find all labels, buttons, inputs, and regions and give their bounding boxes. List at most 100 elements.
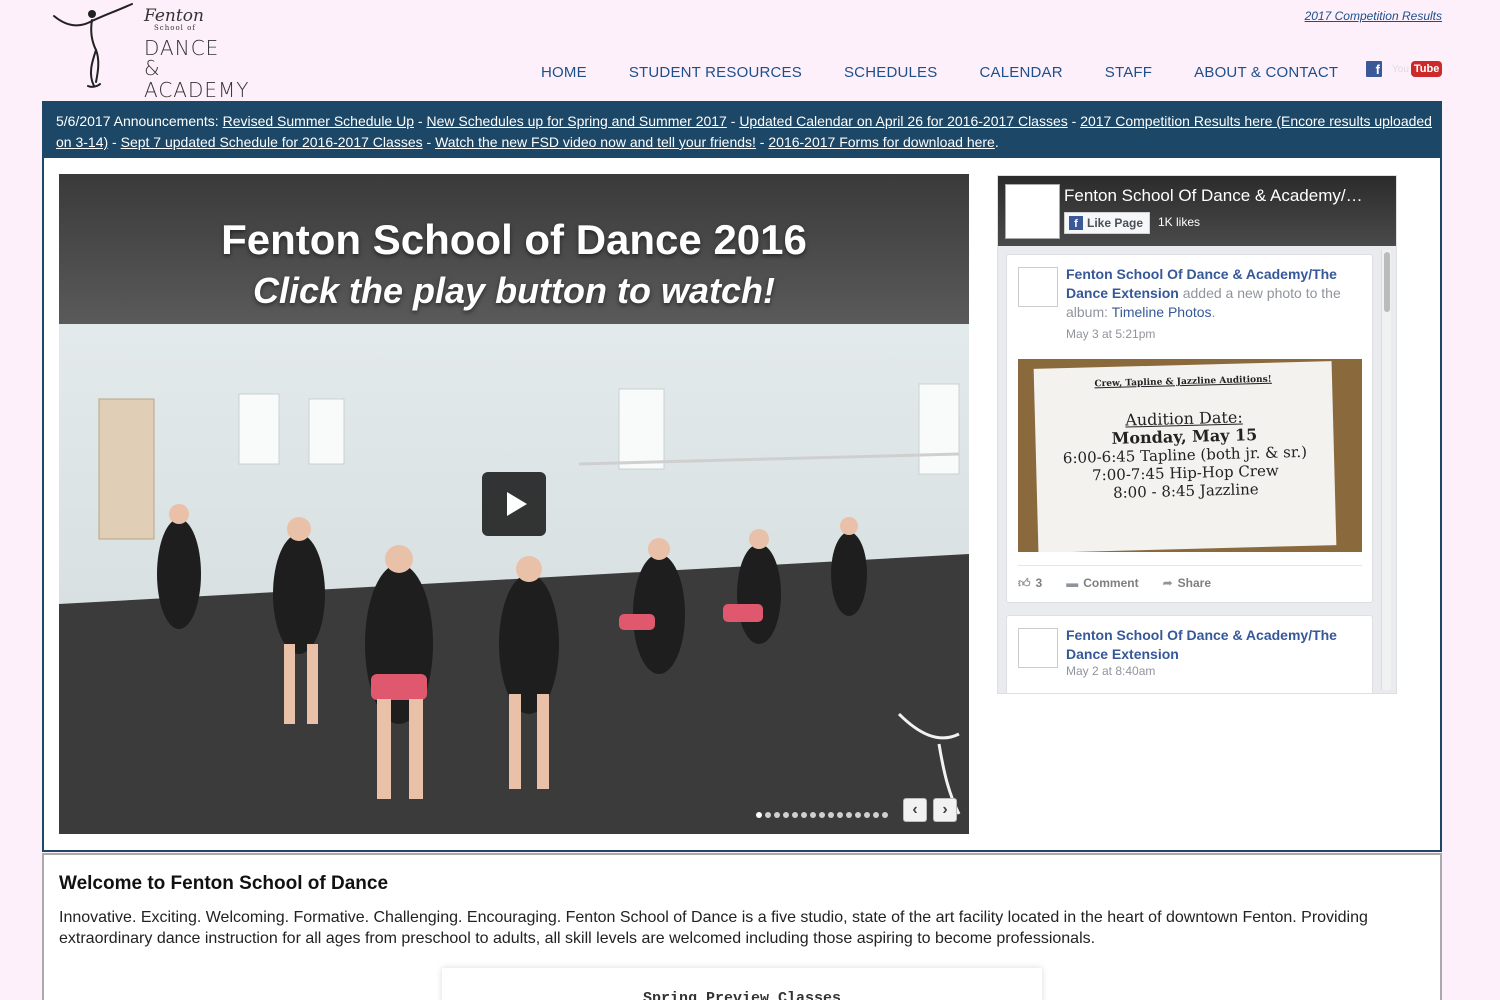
chevron-left-icon: ‹ — [912, 801, 918, 818]
video-subtitle: Click the play button to watch! — [252, 270, 776, 311]
feed-scrollbar[interactable] — [1381, 250, 1391, 690]
logo-line1: Fenton — [144, 6, 204, 26]
slide-dot[interactable] — [846, 812, 852, 818]
facebook-icon: f — [1069, 216, 1083, 230]
post-likes-count: 3 — [1035, 576, 1043, 590]
like-page-label: Like Page — [1087, 216, 1144, 230]
likes-count: 1K likes — [1158, 215, 1201, 229]
post-photo[interactable]: Crew, Tapline & Jazzline Auditions! Audi… — [1018, 359, 1362, 552]
post-header: Fenton School Of Dance & Academy/The Dan… — [1066, 265, 1356, 322]
announcement-separator: - — [108, 134, 121, 150]
facebook-icon[interactable]: f — [1366, 61, 1382, 77]
share-icon: ➦ — [1162, 576, 1173, 590]
welcome-section: Welcome to Fenton School of Dance Innova… — [42, 853, 1442, 1000]
flyer-heading: Crew, Tapline & Jazzline Auditions! — [1094, 374, 1272, 390]
slide-dots — [756, 812, 888, 818]
slide-dot[interactable] — [810, 812, 816, 818]
slide-dot[interactable] — [873, 812, 879, 818]
audition-flyer: Crew, Tapline & Jazzline Auditions! Audi… — [1033, 361, 1337, 552]
slide-dot[interactable] — [783, 812, 789, 818]
comment-icon: ▬ — [1066, 576, 1079, 590]
announcement-bar: 5/6/2017 Announcements: Revised Summer S… — [42, 101, 1442, 158]
announcement-link-summer-schedule[interactable]: Revised Summer Schedule Up — [223, 113, 414, 129]
youtube-icon[interactable]: You Tube — [1392, 61, 1443, 77]
nav-staff[interactable]: STAFF — [1105, 64, 1152, 81]
post-avatar[interactable] — [1018, 267, 1058, 307]
post-timestamp[interactable]: May 2 at 8:40am — [1066, 664, 1155, 678]
scrollbar-thumb[interactable] — [1384, 252, 1390, 312]
slide-dot[interactable] — [882, 812, 888, 818]
spring-preview-box: Spring Preview Classes — [442, 968, 1042, 1000]
slider-arrows: ‹ › — [903, 798, 957, 822]
announcement-link-calendar[interactable]: Updated Calendar on April 26 for 2016-20… — [739, 113, 1067, 129]
logo-line2: School of — [154, 24, 196, 32]
slide-dot[interactable] — [864, 812, 870, 818]
announcement-link-spring-summer[interactable]: New Schedules up for Spring and Summer 2… — [426, 113, 726, 129]
slide-dot[interactable] — [837, 812, 843, 818]
announcement-separator: - — [422, 134, 436, 150]
announcement-prefix: 5/6/2017 Announcements: — [56, 113, 223, 129]
page-avatar[interactable] — [1005, 184, 1060, 239]
announcement-separator: - — [755, 134, 769, 150]
facebook-page-name[interactable]: Fenton School Of Dance & Academy/The Dan… — [1064, 186, 1364, 206]
logo-wordmark: Fenton School of DANCE & ACADEMY — [144, 6, 250, 102]
spring-preview-title: Spring Preview Classes — [642, 990, 842, 1000]
announcement-link-fsd-video[interactable]: Watch the new FSD video now and tell you… — [435, 134, 756, 150]
youtube-prefix: You — [1392, 63, 1409, 75]
post-timestamp[interactable]: May 3 at 5:21pm — [1066, 327, 1155, 341]
facebook-header: Fenton School Of Dance & Academy/The Dan… — [998, 176, 1396, 246]
post-actions: 👍︎ 3 ▬ Comment ➦ Share — [1018, 565, 1362, 591]
post-album-link[interactable]: Timeline Photos — [1112, 304, 1212, 320]
site-logo[interactable]: Fenton School of DANCE & ACADEMY — [52, 2, 249, 100]
announcement-suffix: . — [994, 134, 999, 150]
social-links: f You Tube — [1366, 61, 1443, 77]
share-label: Share — [1177, 576, 1211, 590]
slide-dot[interactable] — [801, 812, 807, 818]
slide-dot[interactable] — [819, 812, 825, 818]
main-panel: Fenton School of Dance 2016 Click the pl… — [42, 158, 1442, 852]
slide-dot[interactable] — [855, 812, 861, 818]
like-page-button[interactable]: f Like Page — [1064, 212, 1151, 234]
announcement-separator: - — [1067, 113, 1081, 129]
logo-line4: ACADEMY — [144, 78, 250, 102]
dancer-logo-icon — [53, 3, 133, 88]
facebook-widget: Fenton School Of Dance & Academy/The Dan… — [997, 175, 1397, 694]
competition-results-link[interactable]: 2017 Competition Results — [1305, 9, 1442, 23]
nav-calendar[interactable]: CALENDAR — [979, 64, 1062, 81]
slide-dot[interactable] — [774, 812, 780, 818]
post-header: Fenton School Of Dance & Academy/The Dan… — [1066, 626, 1356, 664]
slide-dot[interactable] — [756, 812, 762, 818]
chevron-right-icon: › — [942, 801, 948, 818]
comment-button[interactable]: ▬ Comment — [1066, 576, 1138, 591]
share-button[interactable]: ➦ Share — [1163, 576, 1211, 591]
video-slider[interactable]: Fenton School of Dance 2016 Click the pl… — [59, 174, 969, 834]
comment-label: Comment — [1083, 576, 1139, 590]
play-button[interactable] — [482, 472, 546, 536]
announcement-separator: - — [414, 113, 427, 129]
thumbs-up-icon: 👍︎ — [1018, 576, 1031, 590]
slide-dot[interactable] — [828, 812, 834, 818]
post-period: . — [1211, 304, 1216, 320]
main-nav: HOME STUDENT RESOURCES SCHEDULES CALENDA… — [520, 64, 1359, 81]
prev-slide-button[interactable]: ‹ — [903, 798, 927, 822]
post-author-link[interactable]: Fenton School Of Dance & Academy/The Dan… — [1066, 627, 1337, 662]
next-slide-button[interactable]: › — [933, 798, 957, 822]
facebook-feed[interactable]: Fenton School Of Dance & Academy/The Dan… — [998, 246, 1396, 693]
slide-dot[interactable] — [792, 812, 798, 818]
nav-schedules[interactable]: SCHEDULES — [844, 64, 938, 81]
announcement-link-sept-schedule[interactable]: Sept 7 updated Schedule for 2016-2017 Cl… — [121, 134, 423, 150]
welcome-body: Innovative. Exciting. Welcoming. Formati… — [59, 909, 1368, 947]
slide-dot[interactable] — [765, 812, 771, 818]
logo-line3: DANCE & — [144, 36, 220, 80]
nav-about-contact[interactable]: ABOUT & CONTACT — [1194, 64, 1338, 81]
post-avatar[interactable] — [1018, 628, 1058, 668]
announcement-separator: - — [726, 113, 740, 129]
youtube-tube: Tube — [1410, 61, 1443, 77]
post-likes[interactable]: 👍︎ 3 — [1018, 576, 1042, 591]
nav-student-resources[interactable]: STUDENT RESOURCES — [629, 64, 802, 81]
nav-home[interactable]: HOME — [541, 64, 587, 81]
announcement-link-forms[interactable]: 2016-2017 Forms for download here — [768, 134, 994, 150]
video-title: Fenton School of Dance 2016 — [221, 216, 807, 263]
fb-post: Fenton School Of Dance & Academy/The Dan… — [1006, 615, 1373, 693]
fb-post: Fenton School Of Dance & Academy/The Dan… — [1006, 254, 1373, 603]
